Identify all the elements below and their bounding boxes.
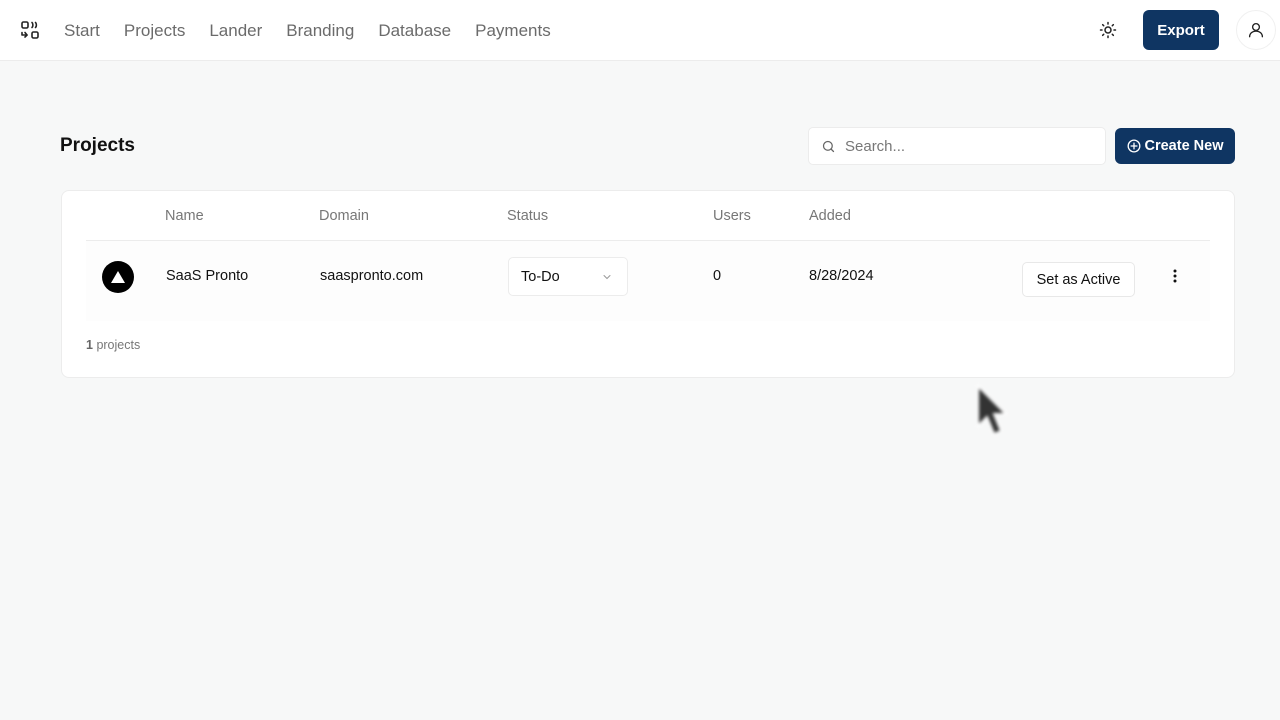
- more-vertical-icon: [1173, 269, 1177, 283]
- search-icon: [822, 140, 835, 152]
- create-new-button[interactable]: Create New: [1115, 128, 1235, 164]
- projects-table-card: Name Domain Status Users Added SaaS Pron…: [61, 190, 1235, 378]
- nav-item-payments[interactable]: Payments: [475, 21, 551, 41]
- user-menu-button[interactable]: [1236, 10, 1276, 50]
- table-row[interactable]: SaaS Pronto saaspronto.com To-Do 0 8/28/…: [86, 241, 1210, 321]
- column-header-users[interactable]: Users: [713, 208, 751, 224]
- status-value: To-Do: [521, 268, 560, 285]
- plus-circle-icon: [1127, 139, 1140, 153]
- project-name[interactable]: SaaS Pronto: [166, 268, 248, 284]
- main-nav: Start Projects Lander Branding Database …: [64, 0, 575, 61]
- export-button[interactable]: Export: [1143, 10, 1219, 50]
- nav-item-database[interactable]: Database: [378, 21, 451, 41]
- top-navigation-bar: Start Projects Lander Branding Database …: [0, 0, 1280, 61]
- status-select[interactable]: To-Do: [508, 257, 628, 296]
- nav-item-start[interactable]: Start: [64, 21, 100, 41]
- theme-toggle-button[interactable]: [1096, 18, 1120, 42]
- create-new-label: Create New: [1144, 138, 1224, 154]
- nav-item-projects[interactable]: Projects: [124, 21, 185, 41]
- column-header-status[interactable]: Status: [507, 208, 548, 224]
- column-header-added[interactable]: Added: [809, 208, 851, 224]
- project-domain: saaspronto.com: [320, 268, 424, 284]
- app-switch-icon[interactable]: [20, 20, 40, 40]
- chevron-down-icon: [603, 274, 611, 279]
- project-users: 0: [713, 268, 722, 284]
- search-field[interactable]: [808, 127, 1106, 165]
- sun-icon: [1099, 21, 1117, 39]
- mouse-cursor-icon: [977, 383, 1009, 436]
- search-input[interactable]: [845, 137, 1085, 155]
- project-count: 1 projects: [86, 338, 140, 352]
- page-title: Projects: [60, 135, 135, 156]
- project-count-suffix: projects: [96, 338, 141, 352]
- nav-item-branding[interactable]: Branding: [286, 21, 354, 41]
- user-icon: [1248, 22, 1264, 38]
- set-as-active-button[interactable]: Set as Active: [1022, 262, 1135, 297]
- column-header-name[interactable]: Name: [165, 208, 204, 224]
- project-count-number: 1: [86, 338, 93, 352]
- project-avatar: [102, 261, 134, 293]
- project-added-date: 8/28/2024: [809, 268, 874, 284]
- triangle-logo-icon: [111, 271, 125, 283]
- nav-item-lander[interactable]: Lander: [209, 21, 262, 41]
- row-actions-button[interactable]: [1166, 263, 1184, 289]
- column-header-domain[interactable]: Domain: [319, 208, 369, 224]
